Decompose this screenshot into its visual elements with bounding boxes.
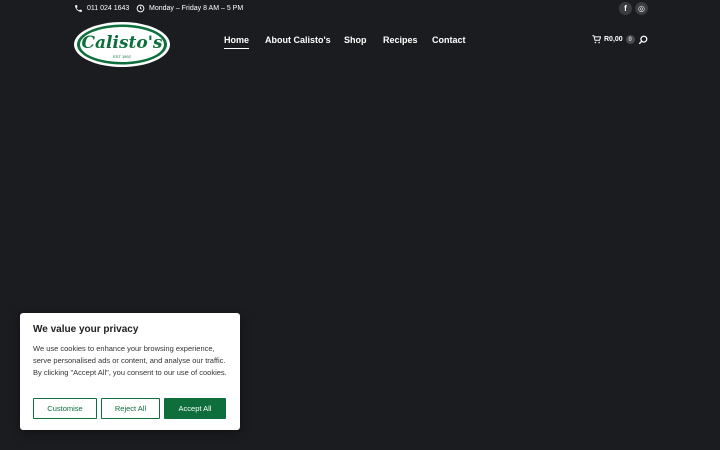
nav-contact[interactable]: Contact	[432, 35, 466, 45]
clock-icon	[136, 4, 145, 13]
customise-button[interactable]: Customise	[33, 398, 97, 419]
accept-all-button[interactable]: Accept All	[164, 398, 226, 419]
cart-icon	[592, 35, 601, 44]
reject-all-button[interactable]: Reject All	[101, 398, 160, 419]
cart-link[interactable]: R0,00 0	[592, 35, 635, 44]
cookie-title: We value your privacy	[33, 324, 139, 335]
nav-about[interactable]: About Calisto's	[265, 35, 331, 45]
cookie-consent-banner: We value your privacy We use cookies to …	[20, 313, 240, 430]
top-bar: 011 024 1643 Monday – Friday 8 AM – 5 PM…	[0, 0, 720, 18]
phone-icon	[75, 5, 82, 12]
hours-info: Monday – Friday 8 AM – 5 PM	[136, 4, 243, 13]
cart-count-badge: 0	[625, 35, 635, 44]
logo-tagline: EST 1992	[113, 54, 131, 59]
phone-info[interactable]: 011 024 1643	[74, 4, 129, 13]
logo-text: Calisto's	[82, 33, 163, 53]
nav-shop[interactable]: Shop	[344, 35, 367, 45]
business-hours: Monday – Friday 8 AM – 5 PM	[149, 5, 244, 12]
nav-home[interactable]: Home	[224, 35, 250, 49]
search-icon[interactable]	[638, 35, 648, 45]
my-account-label: My Account	[534, 36, 574, 43]
cart-total: R0,00	[604, 36, 623, 43]
phone-number: 011 024 1643	[87, 5, 130, 12]
facebook-icon[interactable]: f	[619, 2, 632, 15]
calistos-logo[interactable]: Calisto's EST 1992	[73, 21, 171, 68]
instagram-icon[interactable]: ◎	[635, 2, 648, 15]
user-icon	[524, 36, 531, 43]
my-account-link[interactable]: My Account	[524, 36, 573, 43]
cookie-description: We use cookies to enhance your browsing …	[33, 344, 227, 377]
nav-recipes[interactable]: Recipes	[383, 35, 418, 45]
